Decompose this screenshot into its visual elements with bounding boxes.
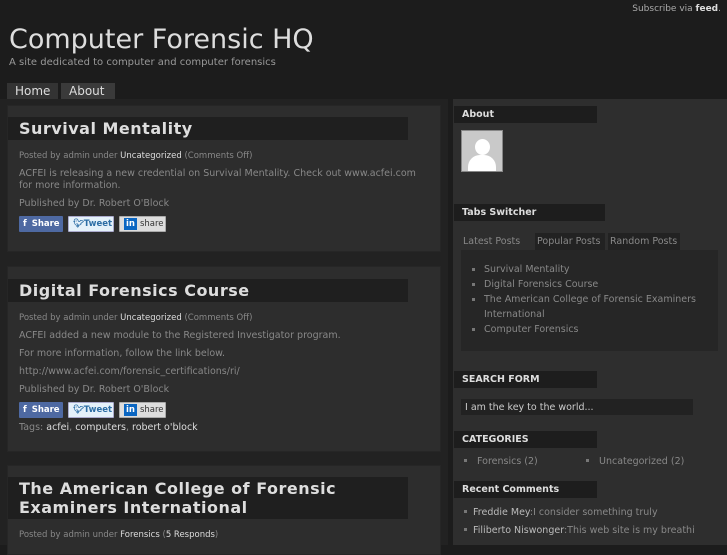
tab-latest-posts[interactable]: Latest Posts bbox=[461, 233, 533, 250]
avatar bbox=[461, 130, 503, 172]
site-tagline: A site dedicated to computer and compute… bbox=[9, 57, 276, 68]
post-text: For more information, follow the link be… bbox=[19, 348, 226, 359]
comments-link[interactable]: 5 Responds bbox=[166, 530, 215, 540]
site-title[interactable]: Computer Forensic HQ bbox=[9, 24, 314, 55]
twitter-bird-icon: 🐦︎ bbox=[73, 219, 84, 229]
post-title[interactable]: Survival Mentality bbox=[8, 117, 408, 140]
twitter-bird-icon: 🐦︎ bbox=[73, 405, 84, 415]
category-link[interactable]: Uncategorized bbox=[120, 313, 182, 323]
tag-link[interactable]: computers bbox=[75, 422, 126, 433]
facebook-icon: f bbox=[23, 405, 27, 415]
tag-link[interactable]: acfei bbox=[46, 422, 69, 433]
recent-comment[interactable]: Filiberto Niswonger:This web site is my … bbox=[453, 522, 727, 540]
widget-title-search: SEARCH FORM bbox=[454, 371, 597, 388]
post-title[interactable]: Digital Forensics Course bbox=[8, 279, 408, 302]
post-author: Published by Dr. Robert O'Block bbox=[19, 384, 170, 395]
post: Survival Mentality Posted by admin under… bbox=[7, 105, 441, 252]
tab-random-posts[interactable]: Random Posts bbox=[608, 233, 680, 250]
post: The American College of Forensic Examine… bbox=[7, 465, 441, 555]
category-link[interactable]: Forensics bbox=[120, 530, 160, 540]
facebook-icon: f bbox=[23, 219, 27, 229]
latest-post-link[interactable]: Digital Forensics Course bbox=[461, 277, 718, 292]
facebook-share-button[interactable]: f Share bbox=[19, 216, 63, 232]
tweet-button[interactable]: 🐦︎ Tweet bbox=[68, 216, 114, 232]
linkedin-share-button[interactable]: in share bbox=[119, 216, 166, 232]
search-input[interactable] bbox=[461, 399, 693, 415]
latest-post-link[interactable]: Survival Mentality bbox=[461, 262, 718, 277]
sidebar: About Tabs Switcher Latest Posts Popular… bbox=[453, 99, 727, 545]
recent-comment[interactable]: Freddie Mey:I consider something truly bbox=[453, 504, 727, 522]
latest-posts-panel: Survival Mentality Digital Forensics Cou… bbox=[461, 250, 718, 351]
linkedin-share-button[interactable]: in share bbox=[119, 402, 166, 418]
subscribe-text: Subscribe via feed. bbox=[632, 4, 721, 14]
subscribe-label: Subscribe via bbox=[632, 4, 693, 14]
nav-home[interactable]: Home bbox=[7, 83, 59, 99]
post-author: Published by Dr. Robert O'Block bbox=[19, 198, 170, 209]
post-meta: Posted by admin under Forensics (5 Respo… bbox=[19, 530, 219, 540]
category-link[interactable]: Uncategorized bbox=[120, 151, 182, 161]
post-tags: Tags: acfei, computers, robert o'block bbox=[19, 422, 198, 433]
post-title[interactable]: The American College of Forensic Examine… bbox=[8, 477, 408, 519]
post-text: ACFEI added a new module to the Register… bbox=[19, 330, 341, 341]
post: Digital Forensics Course Posted by admin… bbox=[7, 266, 441, 452]
tag-link[interactable]: robert o'block bbox=[132, 422, 198, 433]
widget-title-categories: CATEGORIES bbox=[454, 431, 597, 448]
linkedin-icon: in bbox=[124, 218, 137, 230]
widget-title-comments: Recent Comments bbox=[454, 481, 597, 498]
widget-title-tabs: Tabs Switcher bbox=[454, 204, 605, 221]
nav-about[interactable]: About bbox=[61, 83, 115, 99]
facebook-share-button[interactable]: f Share bbox=[19, 402, 63, 418]
post-link[interactable]: http://www.acfei.com/forensic_certificat… bbox=[19, 366, 430, 378]
post-meta: Posted by admin under Uncategorized (Com… bbox=[19, 151, 253, 161]
post-meta: Posted by admin under Uncategorized (Com… bbox=[19, 313, 253, 323]
widget-title-about: About bbox=[454, 106, 597, 123]
category-item[interactable]: Forensics (2) bbox=[453, 453, 575, 471]
feed-link[interactable]: feed bbox=[696, 4, 719, 14]
post-text: ACFEI is releasing a new credential on S… bbox=[19, 168, 416, 191]
latest-post-link[interactable]: The American College of Forensic Examine… bbox=[461, 292, 718, 322]
category-item[interactable]: Uncategorized (2) bbox=[575, 453, 684, 471]
tweet-button[interactable]: 🐦︎ Tweet bbox=[68, 402, 114, 418]
tab-popular-posts[interactable]: Popular Posts bbox=[535, 233, 605, 250]
latest-post-link[interactable]: Computer Forensics bbox=[461, 322, 718, 337]
linkedin-icon: in bbox=[124, 404, 137, 416]
